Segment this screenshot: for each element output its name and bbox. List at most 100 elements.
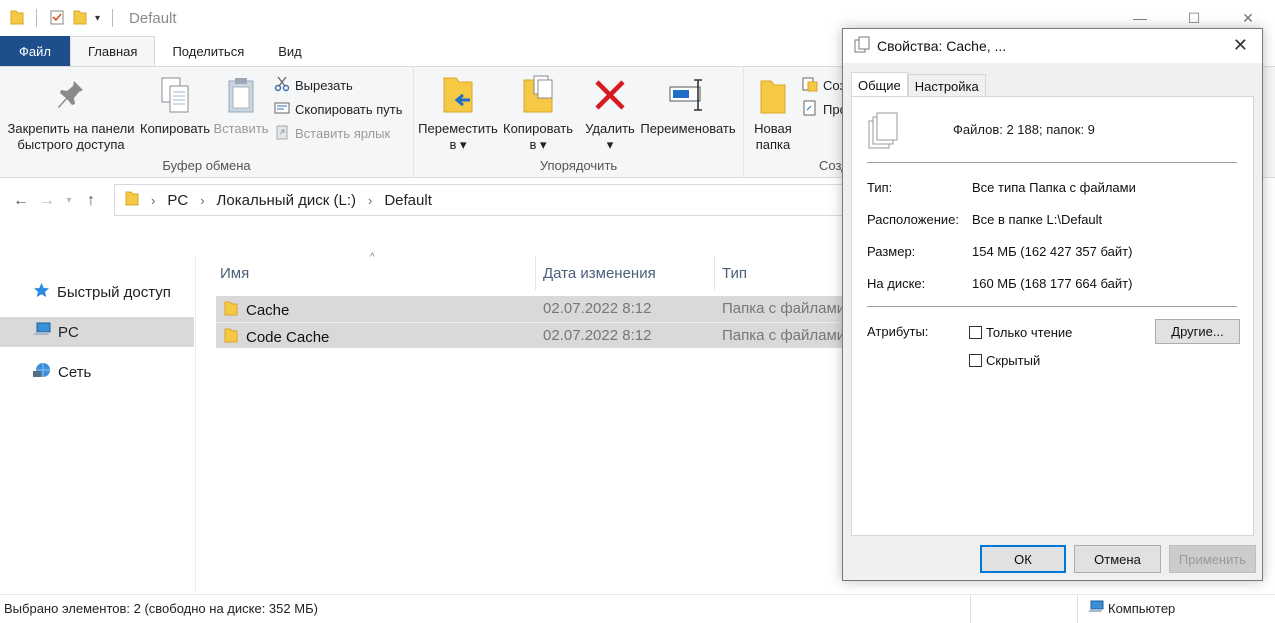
sidebar-item-quick-access[interactable]: Быстрый доступ [0,277,194,307]
clipboard-group: Закрепить на панели быстрого доступа Коп… [0,67,414,177]
forward-arrow-icon[interactable]: → [34,186,60,216]
tab-view[interactable]: Вид [261,36,319,66]
copy-label: Копировать [140,121,210,136]
file-name: Code Cache [246,328,330,346]
dialog-close-button[interactable]: ✕ [1233,35,1248,56]
cut-button[interactable]: Вырезать [274,75,353,95]
new-folder-icon[interactable] [73,9,87,28]
copy-to-button[interactable]: Копировать в ▾ [500,73,576,153]
pin-icon [51,73,91,117]
breadcrumb-separator: › [368,192,373,208]
paste-shortcut-label: Вставить ярлык [295,125,391,141]
breadcrumb-pc[interactable]: PC [167,192,188,209]
checkbox-box[interactable] [969,354,982,367]
breadcrumb-default[interactable]: Default [384,192,432,209]
ok-button[interactable]: ОК [980,545,1066,573]
delete-label-line2: ▾ [606,137,614,152]
pin-label-line1: Закрепить на панели [7,121,135,136]
file-date: 02.07.2022 8:12 [543,300,652,317]
new-folder-label-line2: папка [755,137,791,152]
readonly-checkbox-label: Только чтение [986,325,1073,340]
copy-to-label-line1: Копировать [503,121,573,136]
tab-file[interactable]: Файл [0,36,70,66]
recent-locations-chevron-icon[interactable]: ▾ [60,186,78,216]
file-date: 02.07.2022 8:12 [543,327,652,344]
copy-folder-icon [518,73,558,117]
folder-icon [10,9,24,28]
status-zone-label: Компьютер [1108,601,1176,616]
readonly-checkbox[interactable]: Только чтение [969,325,1072,340]
separator [867,306,1237,307]
new-folder-label-line1: Новая [754,121,792,136]
properties-dialog: Свойства: Cache, ... ✕ Общие Настройка Ф… [842,28,1263,581]
easy-access-button[interactable]: Про [802,99,847,119]
tab-customize[interactable]: Настройка [907,74,986,98]
file-name: Cache [246,301,290,319]
tab-general[interactable]: Общие [851,72,908,98]
cancel-button[interactable]: Отмена [1074,545,1161,573]
location-label: Расположение: [867,212,959,227]
up-arrow-icon[interactable]: ↑ [78,186,104,216]
tab-share[interactable]: Поделиться [155,36,261,66]
hidden-checkbox-label: Скрытый [986,353,1041,368]
toolbar-divider [36,9,37,27]
address-bar[interactable]: › PC › Локальный диск (L:) › Default [114,184,854,216]
apply-button[interactable]: Применить [1169,545,1256,573]
column-header-type[interactable]: Тип [718,256,846,290]
sidebar-item-label: Быстрый доступ [57,283,171,301]
table-row[interactable]: Code Cache 02.07.2022 8:12 Папка с файла… [216,322,846,348]
file-list: ^ Имя Дата изменения Тип Cache 02.07.202… [216,252,846,592]
delete-button[interactable]: Удалить ▾ [582,73,638,153]
network-icon [33,362,51,383]
advanced-attributes-button[interactable]: Другие... [1155,319,1240,344]
move-to-button[interactable]: Переместить в ▾ [418,73,498,153]
paste-button[interactable]: Вставить [212,73,270,137]
delete-x-icon [590,73,630,117]
dialog-title: Свойства: Cache, ... [877,38,1007,54]
size-on-disk-label: На диске: [867,276,926,291]
table-row[interactable]: Cache 02.07.2022 8:12 Папка с файлами [216,296,846,322]
status-text: Выбрано элементов: 2 (свободно на диске:… [4,601,318,616]
customize-toolbar-icon[interactable]: ▾ [95,13,100,24]
new-item-button[interactable]: Соз [802,75,845,95]
star-icon [33,282,50,303]
computer-icon [1088,600,1104,617]
size-value: 154 МБ (162 427 357 байт) [972,244,1133,259]
column-header-name[interactable]: Имя [216,256,534,290]
pin-label-line2: быстрого доступа [17,137,125,152]
computer-icon [33,322,51,342]
paste-shortcut-icon [274,124,290,143]
location-value: Все в папке L:\Default [972,212,1103,227]
easy-access-icon [802,100,818,119]
separator [867,162,1237,163]
status-zone: Компьютер [1088,600,1175,617]
dialog-tabs: Общие Настройка [851,72,986,98]
rename-button[interactable]: Переименовать [638,73,738,137]
file-type: Папка с файлами [722,300,846,317]
sidebar-item-pc[interactable]: PC [0,317,194,347]
organize-group: Переместить в ▾ Копировать в ▾ Удалить ▾ [414,67,744,177]
quick-access-toolbar: ▾ Default [0,0,177,36]
breadcrumb-local-disk[interactable]: Локальный диск (L:) [217,192,356,209]
paste-label: Вставить [213,121,269,136]
cut-label: Вырезать [295,77,353,93]
column-divider[interactable] [535,256,536,290]
pin-to-quick-access-button[interactable]: Закрепить на панели быстрого доступа [6,73,136,153]
copy-button[interactable]: Копировать [138,73,212,137]
back-arrow-icon[interactable]: ← [8,186,34,216]
column-header-date[interactable]: Дата изменения [539,256,713,290]
sidebar-item-network[interactable]: Сеть [0,357,194,387]
properties-icon[interactable] [49,9,65,28]
rename-label: Переименовать [640,121,736,136]
new-folder-button[interactable]: Новая папка [750,73,796,153]
copy-path-button[interactable]: Скопировать путь [274,99,403,119]
size-on-disk-value: 160 МБ (168 177 664 байт) [972,276,1133,291]
sidebar-item-label: PC [58,323,79,341]
tab-home[interactable]: Главная [69,36,156,66]
type-label: Тип: [867,180,893,195]
new-item-icon [802,76,818,95]
checkbox-box[interactable] [969,326,982,339]
paste-shortcut-button[interactable]: Вставить ярлык [274,123,390,143]
column-divider[interactable] [714,256,715,290]
hidden-checkbox[interactable]: Скрытый [969,353,1040,368]
